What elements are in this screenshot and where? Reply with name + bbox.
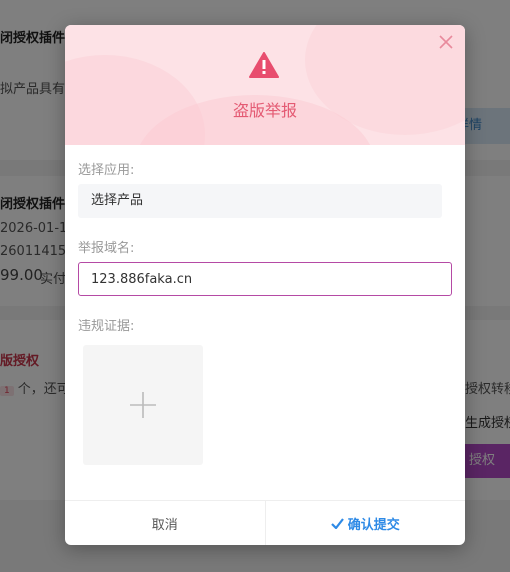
modal-header: 盗版举报: [65, 25, 465, 145]
confirm-submit-button[interactable]: 确认提交: [266, 501, 466, 545]
check-icon: [330, 517, 344, 529]
piracy-report-modal: 盗版举报 选择应用: 选择产品 举报域名: 违规证据: 取消 确认提交: [65, 25, 465, 545]
domain-input[interactable]: [78, 262, 452, 296]
domain-label: 举报域名:: [78, 241, 135, 256]
warning-icon: [249, 52, 279, 78]
modal-title: 盗版举报: [232, 101, 297, 120]
modal-footer: 取消 确认提交: [65, 500, 465, 545]
evidence-label: 违规证据:: [78, 319, 135, 334]
evidence-upload[interactable]: [83, 345, 203, 465]
app-label: 选择应用:: [78, 163, 135, 178]
app-select[interactable]: 选择产品: [78, 184, 442, 218]
plus-icon: [130, 392, 156, 418]
cancel-button[interactable]: 取消: [65, 501, 266, 545]
close-icon[interactable]: [439, 35, 453, 49]
